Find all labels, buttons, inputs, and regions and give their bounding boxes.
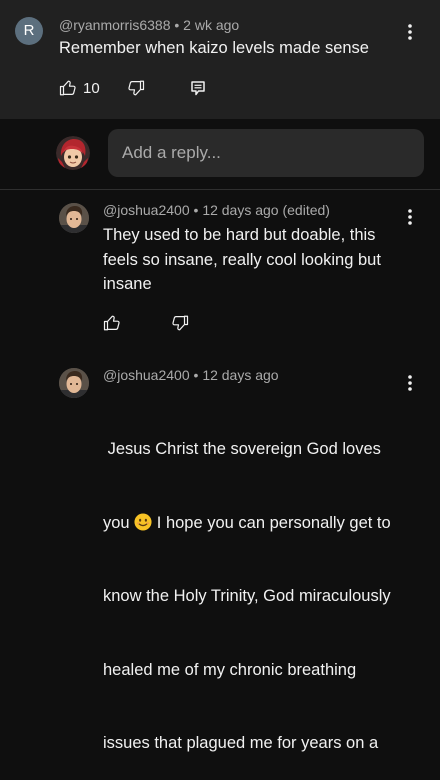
- thumbs-down-icon: [172, 315, 189, 331]
- comment-author[interactable]: @joshua2400: [103, 202, 190, 218]
- comment-text: They used to be hard but doable, this fe…: [103, 223, 381, 297]
- more-options-button[interactable]: [400, 20, 420, 44]
- dislike-button[interactable]: [171, 314, 189, 332]
- comment-meta: @ryanmorris6388 • 2 wk ago: [59, 17, 239, 33]
- avatar[interactable]: R: [15, 17, 43, 45]
- meta-separator: •: [193, 367, 199, 383]
- thumbs-up-icon: [59, 80, 76, 96]
- comment-line: know the Holy Trinity, God miraculously: [103, 587, 391, 605]
- avatar[interactable]: [56, 136, 90, 170]
- comment-word: you: [103, 513, 130, 532]
- comment-line: healed me of my chronic breathing: [103, 660, 357, 679]
- comment-reply-icon: [191, 81, 205, 96]
- like-count: 10: [83, 79, 100, 97]
- comment-text: Jesus Christ the sovereign God loves you…: [103, 388, 391, 780]
- more-vert-icon: [408, 375, 412, 391]
- smiling-face-emoji-icon: [134, 512, 152, 531]
- comment-time: 12 days ago (edited): [202, 202, 330, 218]
- user-avatar-icon: [56, 136, 90, 170]
- comment-author[interactable]: @joshua2400: [103, 367, 190, 383]
- more-options-button[interactable]: [400, 205, 420, 229]
- more-vert-icon: [408, 209, 412, 225]
- more-options-button[interactable]: [400, 371, 420, 395]
- add-reply-input[interactable]: [108, 129, 424, 177]
- comment-author[interactable]: @ryanmorris6388: [59, 17, 170, 33]
- thumbs-down-icon: [128, 80, 145, 96]
- comment-meta: @joshua2400 • 12 days ago (edited): [103, 202, 330, 218]
- comment-time: 12 days ago: [202, 367, 279, 383]
- comment-line: insane: [103, 275, 152, 293]
- reply-button[interactable]: [191, 81, 205, 96]
- like-button[interactable]: 10: [59, 79, 100, 97]
- comment-meta: @joshua2400 • 12 days ago: [103, 367, 279, 383]
- avatar[interactable]: [59, 368, 89, 398]
- comment-line: They used to be hard but doable, this: [103, 226, 376, 244]
- comment-text: Remember when kaizo levels made sense: [59, 39, 369, 57]
- avatar[interactable]: [59, 203, 89, 233]
- more-vert-icon: [408, 24, 412, 40]
- comment-line: Jesus Christ the sovereign God loves: [103, 440, 381, 458]
- comment-line: feels so insane, really cool looking but: [103, 250, 381, 269]
- comment-phrase: I hope you can personally get to: [152, 513, 391, 532]
- comment-line: you I hope you can personally get to: [103, 511, 391, 536]
- comment-line: issues that plagued me for years on a: [103, 734, 379, 752]
- comment-time: 2 wk ago: [183, 17, 240, 33]
- dislike-button[interactable]: [127, 79, 145, 97]
- like-button[interactable]: [103, 314, 121, 332]
- user-avatar-icon: [59, 368, 89, 398]
- user-avatar-icon: [59, 203, 89, 233]
- meta-separator: •: [193, 202, 199, 218]
- thumbs-up-icon: [103, 315, 120, 331]
- meta-separator: •: [174, 17, 180, 33]
